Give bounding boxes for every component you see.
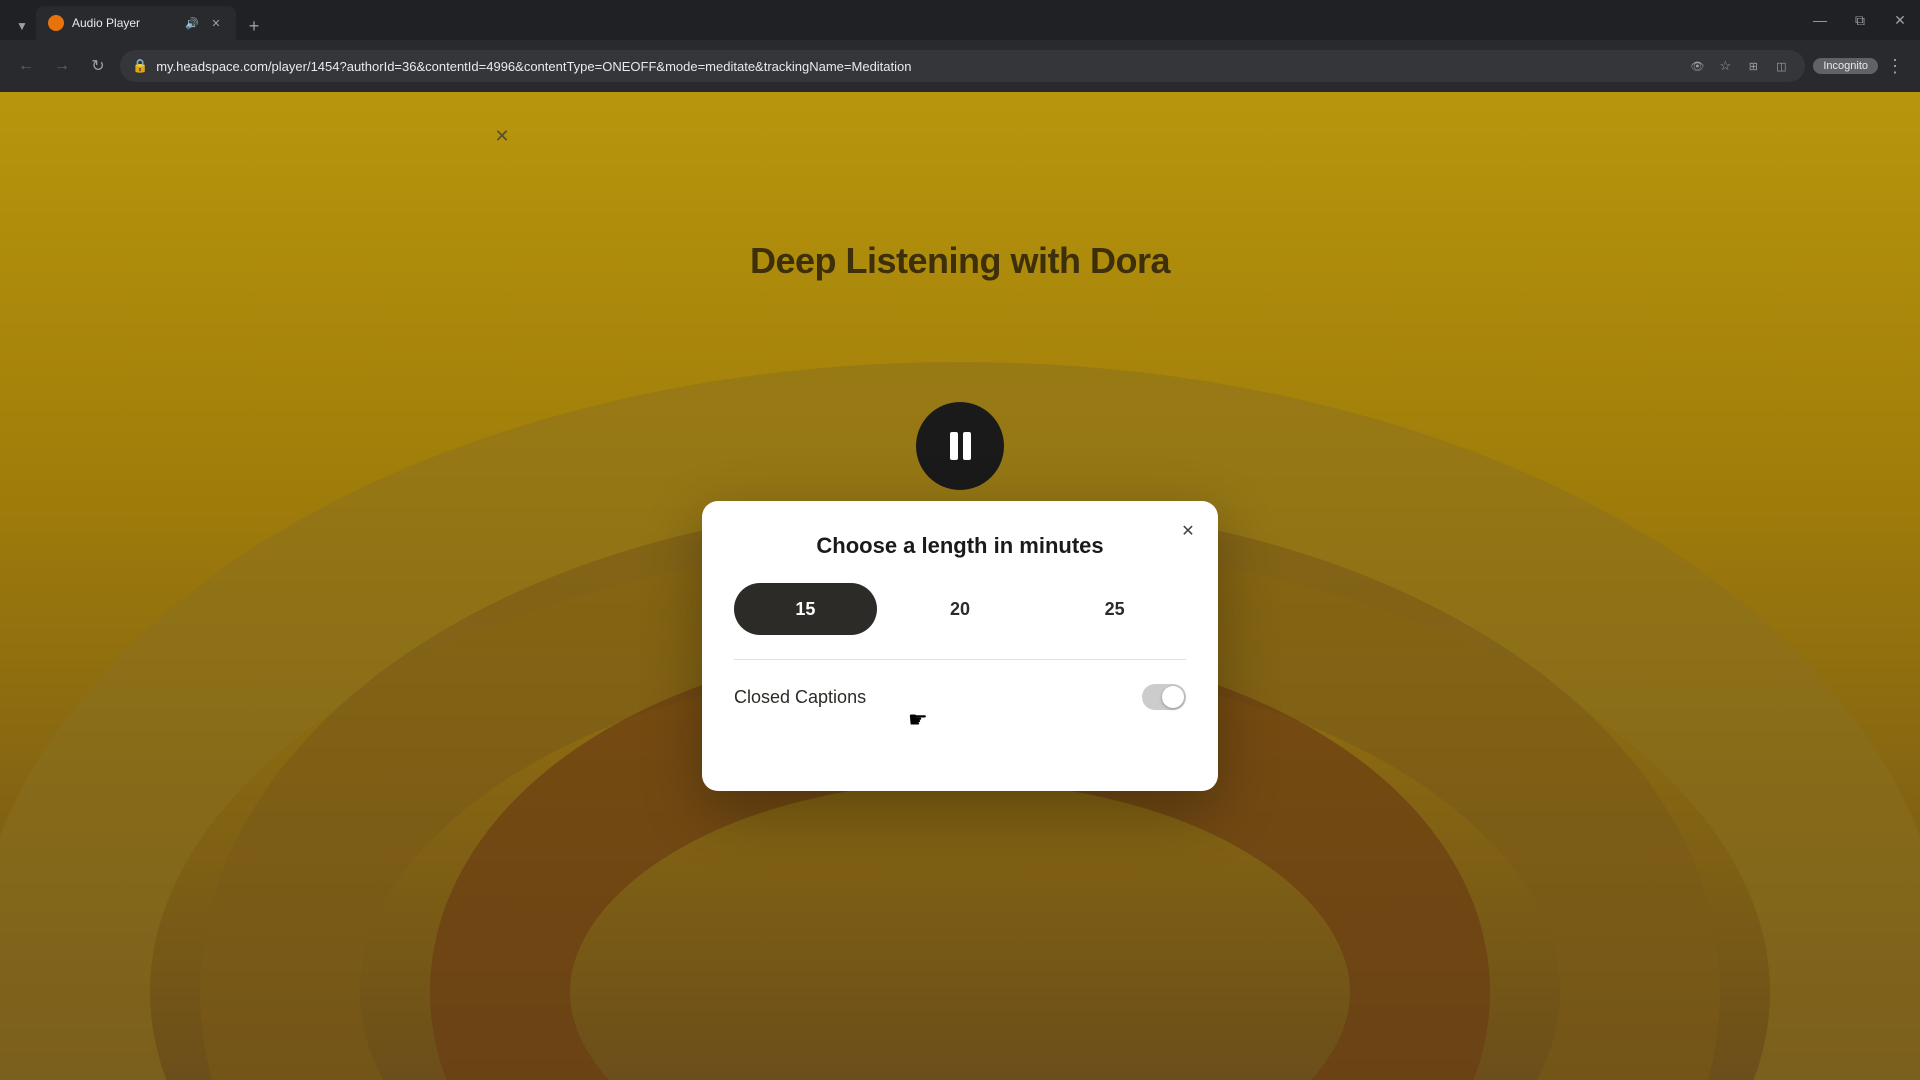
length-option-20[interactable]: 20 xyxy=(889,583,1032,635)
incognito-badge: Incognito xyxy=(1813,58,1878,74)
tab-audio-icon: 🔊 xyxy=(184,15,200,31)
eye-slash-icon[interactable]: 👁 xyxy=(1685,54,1709,78)
back-button[interactable]: ← xyxy=(12,52,40,80)
captions-toggle[interactable] xyxy=(1142,684,1186,710)
address-icons: 👁 ☆ ⊞ ◫ xyxy=(1685,54,1793,78)
tab-close-button[interactable]: ✕ xyxy=(208,15,224,31)
window-controls: — ⧉ ✕ xyxy=(1808,8,1912,32)
minimize-button[interactable]: — xyxy=(1808,8,1832,32)
modal-divider xyxy=(734,659,1186,660)
tab-group: ▼ Audio Player 🔊 ✕ + xyxy=(8,0,268,40)
extensions-icon[interactable]: ⊞ xyxy=(1741,54,1765,78)
address-bar[interactable]: 🔒 my.headspace.com/player/1454?authorId=… xyxy=(120,50,1805,82)
length-option-15[interactable]: 15 xyxy=(734,583,877,635)
length-options: 15 20 25 xyxy=(734,583,1186,635)
tab-strip-dropdown[interactable]: ▼ xyxy=(8,12,36,40)
lock-icon: 🔒 xyxy=(132,58,148,74)
close-button[interactable]: ✕ xyxy=(1888,8,1912,32)
restore-button[interactable]: ⧉ xyxy=(1848,8,1872,32)
length-option-25[interactable]: 25 xyxy=(1043,583,1186,635)
tab-title: Audio Player xyxy=(72,16,176,30)
url-text: my.headspace.com/player/1454?authorId=36… xyxy=(156,59,1677,74)
browser-menu-button[interactable]: ⋮ xyxy=(1882,52,1908,81)
title-bar: ▼ Audio Player 🔊 ✕ + — ⧉ ✕ xyxy=(0,0,1920,40)
bookmark-icon[interactable]: ☆ xyxy=(1713,54,1737,78)
active-tab[interactable]: Audio Player 🔊 ✕ xyxy=(36,6,236,40)
sidebar-icon[interactable]: ◫ xyxy=(1769,54,1793,78)
tab-favicon xyxy=(48,15,64,31)
page-content: ✕ Deep Listening with Dora ✕ Choose a le… xyxy=(0,92,1920,1080)
forward-button[interactable]: → xyxy=(48,52,76,80)
captions-label: Closed Captions xyxy=(734,687,866,708)
reload-button[interactable]: ↻ xyxy=(84,52,112,80)
toggle-knob xyxy=(1162,686,1184,708)
modal-overlay: ✕ Choose a length in minutes 15 20 25 Cl… xyxy=(0,92,1920,1080)
toolbar-right: Incognito ⋮ xyxy=(1813,52,1908,81)
modal-title: Choose a length in minutes xyxy=(734,533,1186,559)
length-modal: ✕ Choose a length in minutes 15 20 25 Cl… xyxy=(702,501,1218,791)
captions-row: Closed Captions xyxy=(734,684,1186,710)
modal-close-button[interactable]: ✕ xyxy=(1174,517,1202,545)
new-tab-button[interactable]: + xyxy=(240,12,268,40)
browser-toolbar: ← → ↻ 🔒 my.headspace.com/player/1454?aut… xyxy=(0,40,1920,92)
